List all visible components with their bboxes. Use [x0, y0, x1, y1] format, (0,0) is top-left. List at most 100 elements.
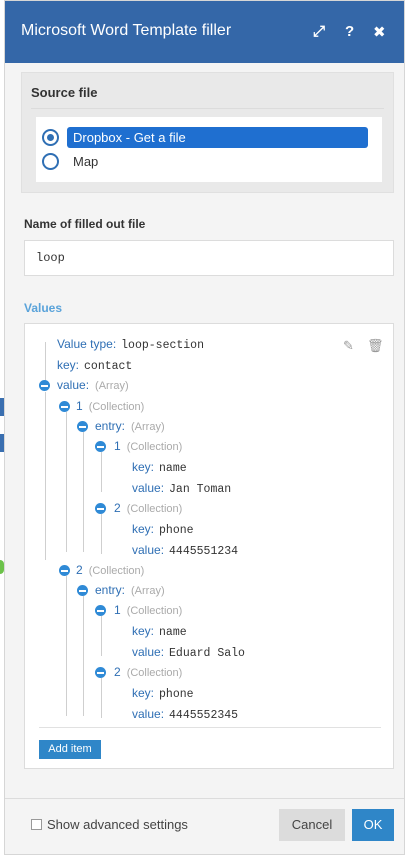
collapse-item-icon[interactable]	[95, 503, 106, 514]
key-label: key:	[57, 358, 80, 372]
item-key-row[interactable]: key: name	[132, 622, 187, 640]
collection-index: 1	[76, 399, 83, 413]
collapse-value-icon[interactable]	[39, 380, 50, 391]
collection-index: 1	[114, 439, 121, 453]
source-file-section: Source file Dropbox - Get a file Map	[21, 72, 394, 193]
source-option-map[interactable]: Map	[42, 151, 376, 173]
collapse-item-icon[interactable]	[59, 565, 70, 576]
tree-guide-line	[66, 576, 67, 716]
filled-file-name-input[interactable]: loop	[24, 240, 394, 276]
item-value-row[interactable]: value: Eduard Salo	[132, 643, 245, 661]
divider	[31, 108, 384, 109]
key-value: phone	[159, 688, 194, 701]
expand-icon[interactable]: ⤢	[313, 23, 325, 40]
collection-row[interactable]: 2 (Collection)	[76, 561, 144, 579]
tree-guide-line	[83, 432, 84, 552]
collection-row[interactable]: 1 (Collection)	[114, 601, 182, 619]
type-hint: (Collection)	[88, 565, 145, 577]
value-label: value:	[132, 707, 165, 721]
radio-selected-icon[interactable]	[42, 129, 59, 146]
collapse-entry-icon[interactable]	[77, 421, 88, 432]
collection-row[interactable]: 1 (Collection)	[114, 437, 182, 455]
tree-guide-line	[101, 616, 102, 656]
key-value: name	[159, 462, 187, 475]
collapse-item-icon[interactable]	[95, 605, 106, 616]
value-type-row[interactable]: Value type: loop-section	[57, 335, 204, 353]
entry-label: entry:	[95, 583, 126, 597]
collapse-item-icon[interactable]	[95, 441, 106, 452]
tree-guide-line	[66, 412, 67, 552]
item-key-row[interactable]: key: phone	[132, 684, 194, 702]
key-row[interactable]: key: contact	[57, 356, 132, 374]
item-value: 4445551234	[169, 545, 239, 558]
type-hint: (Collection)	[126, 503, 183, 515]
module-settings-dialog: Microsoft Word Template filler ⤢ ? ✖ Sou…	[4, 0, 405, 855]
type-hint: (Array)	[95, 380, 129, 392]
close-icon[interactable]: ✖	[373, 23, 386, 41]
collection-row[interactable]: 1 (Collection)	[76, 397, 144, 415]
values-label: Values	[24, 301, 63, 315]
collection-row[interactable]: 2 (Collection)	[114, 663, 182, 681]
entry-label: entry:	[95, 419, 126, 433]
key-label: key:	[132, 624, 155, 638]
item-value-row[interactable]: value: 4445552345	[132, 705, 238, 723]
dialog-titlebar: Microsoft Word Template filler ⤢ ? ✖	[5, 1, 404, 63]
item-key-row[interactable]: key: phone	[132, 520, 194, 538]
entry-row[interactable]: entry: (Array)	[95, 417, 165, 435]
advanced-settings-label[interactable]: Show advanced settings	[47, 817, 188, 832]
collection-index: 1	[114, 603, 121, 617]
value-label: value:	[132, 543, 165, 557]
add-item-button[interactable]: Add item	[39, 740, 101, 759]
value-type-value: loop-section	[121, 339, 204, 352]
source-option-dropbox[interactable]: Dropbox - Get a file	[42, 127, 376, 149]
collection-index: 2	[76, 563, 83, 577]
edit-icon[interactable]: ✎	[343, 338, 354, 354]
type-hint: (Collection)	[88, 401, 145, 413]
key-value: name	[159, 626, 187, 639]
type-hint: (Array)	[131, 421, 165, 433]
key-label: key:	[132, 686, 155, 700]
type-hint: (Collection)	[126, 605, 183, 617]
item-value-row[interactable]: value: 4445551234	[132, 541, 238, 559]
item-value-row[interactable]: value: Jan Toman	[132, 479, 231, 497]
values-editor: ✎ 🗑 Value type: loop-section key: contact …	[24, 323, 394, 769]
collapse-item-icon[interactable]	[95, 667, 106, 678]
tree-guide-line	[101, 514, 102, 554]
checkbox-icon[interactable]	[31, 819, 42, 830]
source-file-label: Source file	[31, 85, 98, 100]
ok-button[interactable]: OK	[352, 809, 394, 841]
type-hint: (Collection)	[126, 667, 183, 679]
collapse-entry-icon[interactable]	[77, 585, 88, 596]
key-value: contact	[84, 360, 133, 373]
key-label: key:	[132, 460, 155, 474]
tree-guide-line	[101, 452, 102, 492]
type-hint: (Collection)	[126, 441, 183, 453]
tree-guide-line	[83, 596, 84, 716]
filled-file-name-label: Name of filled out file	[24, 217, 146, 231]
value-type-key: Value type:	[57, 337, 117, 351]
cancel-button[interactable]: Cancel	[279, 809, 345, 841]
item-value: Jan Toman	[169, 483, 232, 496]
tree-guide-line	[101, 678, 102, 718]
tree-guide-line	[45, 392, 46, 560]
value-label: value:	[132, 481, 165, 495]
radio-unselected-icon[interactable]	[42, 153, 59, 170]
source-option-label[interactable]: Map	[67, 151, 104, 172]
delete-icon[interactable]: 🗑	[367, 338, 384, 354]
value-label: value:	[132, 645, 165, 659]
value-row[interactable]: value: (Array)	[57, 376, 129, 394]
key-value: phone	[159, 524, 194, 537]
help-icon[interactable]: ?	[345, 23, 354, 40]
show-advanced-settings[interactable]: Show advanced settings	[31, 817, 188, 832]
item-value: Eduard Salo	[169, 647, 245, 660]
collection-index: 2	[114, 665, 121, 679]
collection-index: 2	[114, 501, 121, 515]
source-options: Dropbox - Get a file Map	[36, 117, 382, 182]
source-option-label[interactable]: Dropbox - Get a file	[67, 127, 368, 148]
collection-row[interactable]: 2 (Collection)	[114, 499, 182, 517]
footer-divider	[5, 798, 404, 799]
item-value: 4445552345	[169, 709, 239, 722]
item-key-row[interactable]: key: name	[132, 458, 187, 476]
collapse-item-icon[interactable]	[59, 401, 70, 412]
entry-row[interactable]: entry: (Array)	[95, 581, 165, 599]
